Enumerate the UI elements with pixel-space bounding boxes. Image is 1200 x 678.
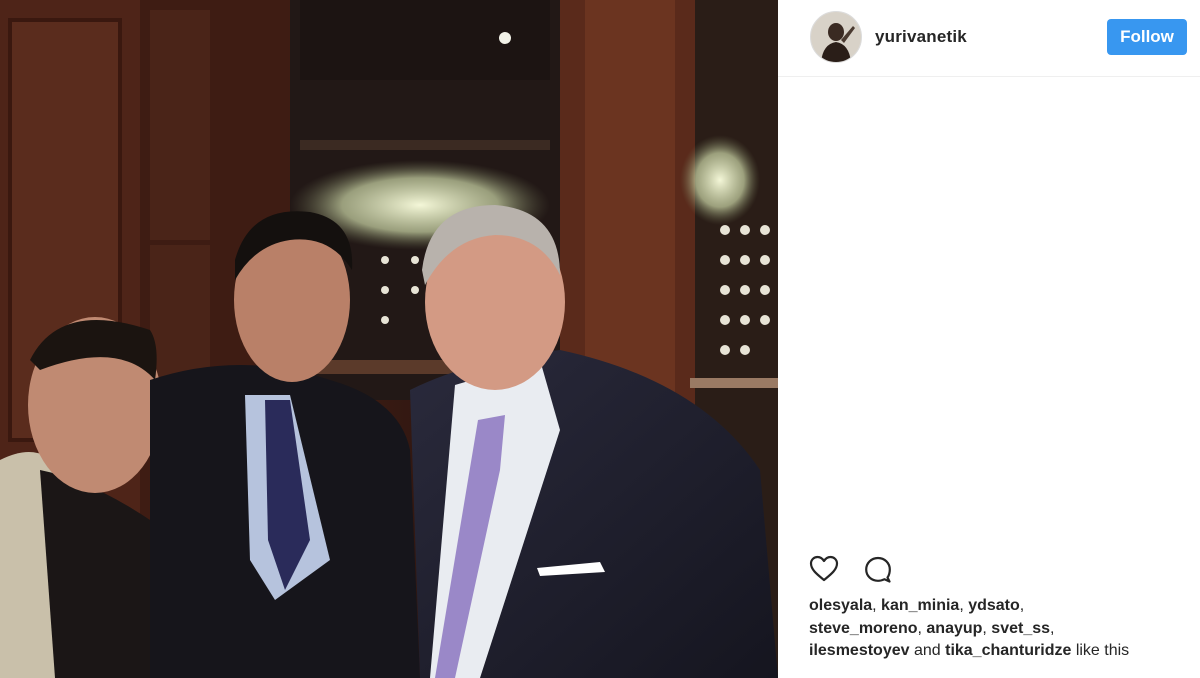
liker-username[interactable]: tika_chanturidze: [945, 642, 1071, 659]
post-actions: [808, 553, 1008, 585]
likes-separator: ,: [982, 619, 992, 637]
avatar-image-icon: [811, 12, 861, 62]
liker-username[interactable]: ydsato: [968, 597, 1020, 614]
comment-button[interactable]: [862, 553, 894, 585]
liker-username[interactable]: olesyala: [809, 597, 872, 614]
post-side-panel: yurivanetik Follow olesyala, kan_minia, …: [778, 0, 1200, 678]
likes-separator: ,: [1050, 619, 1055, 637]
comment-icon: [865, 556, 891, 583]
username-link[interactable]: yurivanetik: [875, 27, 967, 47]
follow-button[interactable]: Follow: [1107, 19, 1187, 55]
likes-summary: olesyala, kan_minia, ydsato, steve_moren…: [809, 595, 1193, 663]
liker-username[interactable]: steve_moreno: [809, 620, 918, 637]
likes-separator: ,: [872, 597, 882, 614]
likes-and: and: [909, 642, 946, 659]
post-header: yurivanetik Follow: [778, 0, 1200, 77]
liker-username[interactable]: kan_minia: [881, 597, 959, 614]
likes-separator: ,: [1019, 597, 1025, 614]
liker-username[interactable]: ilesmestoyev: [809, 642, 910, 659]
likes-suffix: like this: [1071, 642, 1130, 659]
liker-username[interactable]: svet_ss: [991, 620, 1050, 637]
photo-image: [0, 0, 778, 678]
heart-icon: [809, 555, 839, 582]
likes-separator: ,: [959, 597, 969, 614]
like-button[interactable]: [808, 553, 840, 585]
liker-username[interactable]: anayup: [926, 620, 982, 637]
post-photo[interactable]: [0, 0, 778, 678]
avatar[interactable]: [810, 11, 862, 63]
